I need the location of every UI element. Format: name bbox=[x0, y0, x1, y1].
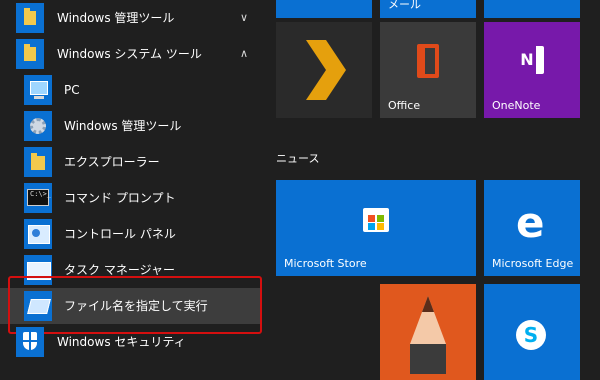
applist-item-command-prompt[interactable]: C:\>_ コマンド プロンプト bbox=[0, 180, 262, 216]
tile-mail[interactable]: メール bbox=[380, 0, 476, 18]
shield-icon bbox=[16, 327, 44, 357]
folder-icon bbox=[16, 3, 44, 33]
tile-sketch[interactable] bbox=[380, 284, 476, 380]
tile-label: Microsoft Edge bbox=[492, 257, 574, 270]
tile-office[interactable]: Office bbox=[380, 22, 476, 118]
chevron-down-icon: ∨ bbox=[239, 11, 248, 24]
tile-plex[interactable] bbox=[276, 22, 372, 118]
tile-label: OneNote bbox=[492, 99, 541, 112]
applist-item-explorer[interactable]: エクスプローラー bbox=[0, 144, 262, 180]
applist-item-windows-security[interactable]: Windows セキュリティ bbox=[0, 324, 262, 360]
applist-item-label: コマンド プロンプト bbox=[64, 191, 176, 205]
applist-item-label: コントロール パネル bbox=[64, 227, 176, 241]
plex-icon bbox=[306, 40, 346, 100]
applist-item-windows-admin-tools[interactable]: Windows 管理ツール bbox=[0, 108, 262, 144]
monitor-icon bbox=[24, 75, 52, 105]
applist-group-windows-admin-tools[interactable]: Windows 管理ツール ∨ bbox=[0, 0, 262, 36]
applist-item-label: Windows 管理ツール bbox=[57, 11, 175, 25]
tile-area: メール Office OneNote ニュース Microsoft Store … bbox=[262, 0, 600, 380]
folder-icon bbox=[16, 39, 44, 69]
onenote-icon bbox=[518, 46, 544, 74]
tile-label: Microsoft Store bbox=[284, 257, 367, 270]
tile-partial-left[interactable] bbox=[276, 0, 372, 18]
tile-onenote[interactable]: OneNote bbox=[484, 22, 580, 118]
pencil-icon bbox=[410, 296, 446, 374]
gear-icon bbox=[24, 111, 52, 141]
tile-microsoft-edge[interactable]: e Microsoft Edge bbox=[484, 180, 580, 276]
tile-label: メール bbox=[388, 0, 421, 11]
applist-item-label: エクスプローラー bbox=[64, 155, 160, 169]
store-icon bbox=[363, 208, 389, 232]
applist-group-windows-system-tools[interactable]: Windows システム ツール ∧ bbox=[0, 36, 262, 72]
applist-item-label: Windows システム ツール bbox=[57, 47, 202, 61]
tile-skype[interactable]: S bbox=[484, 284, 580, 380]
folder-icon bbox=[24, 147, 52, 177]
section-heading: ニュース bbox=[276, 152, 320, 165]
applist-item-label: PC bbox=[64, 83, 80, 97]
office-icon bbox=[417, 44, 439, 78]
command-prompt-icon: C:\>_ bbox=[24, 183, 52, 213]
chevron-up-icon: ∧ bbox=[239, 47, 248, 60]
edge-icon: e bbox=[516, 198, 545, 247]
applist-item-label: Windows 管理ツール bbox=[64, 119, 182, 133]
tile-label: Office bbox=[388, 99, 421, 112]
skype-icon: S bbox=[516, 320, 546, 350]
applist-item-pc[interactable]: PC bbox=[0, 72, 262, 108]
tile-partial-right[interactable] bbox=[484, 0, 580, 18]
control-panel-icon bbox=[24, 219, 52, 249]
app-list: Windows 管理ツール ∨ Windows システム ツール ∧ PC Wi… bbox=[0, 0, 262, 360]
applist-item-label: Windows セキュリティ bbox=[57, 335, 186, 349]
tile-microsoft-store[interactable]: Microsoft Store bbox=[276, 180, 476, 276]
applist-item-control-panel[interactable]: コントロール パネル bbox=[0, 216, 262, 252]
